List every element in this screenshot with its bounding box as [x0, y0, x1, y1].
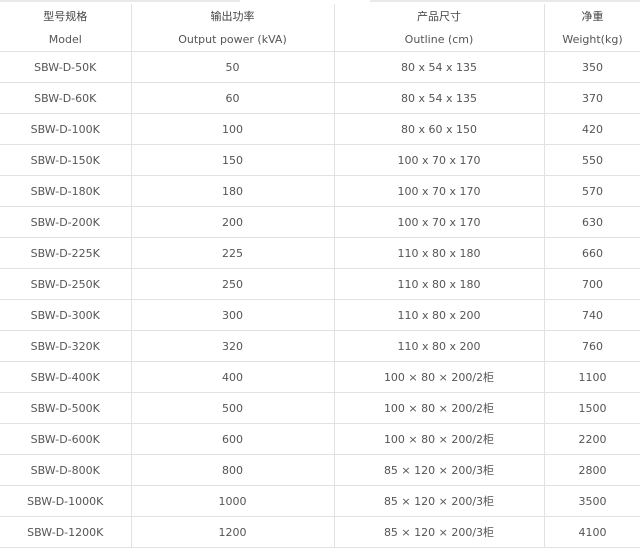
cell-model: SBW-D-50K: [0, 51, 132, 83]
table-row: SBW-D-250K 250 110 x 80 x 180 700: [0, 268, 640, 300]
spec-table-container: 型号规格 Model 输出功率 Output power (kVA) 产品尺寸 …: [0, 0, 640, 548]
cell-outline: 100 × 80 × 200/2柜: [333, 361, 545, 393]
cell-model: SBW-D-600K: [0, 423, 132, 455]
cell-outline: 85 × 120 × 200/3柜: [333, 516, 545, 548]
cell-outline: 110 x 80 x 200: [333, 330, 545, 362]
cell-weight: 420: [543, 113, 640, 145]
cell-model: SBW-D-100K: [0, 113, 132, 145]
table-row: SBW-D-150K 150 100 x 70 x 170 550: [0, 144, 640, 176]
cell-output-power: 100: [130, 113, 335, 145]
cell-model: SBW-D-60K: [0, 82, 132, 114]
cell-model: SBW-D-500K: [0, 392, 132, 424]
cell-output-power: 1200: [130, 516, 335, 548]
cell-outline: 100 x 70 x 170: [333, 144, 545, 176]
cell-output-power: 320: [130, 330, 335, 362]
table-row: SBW-D-200K 200 100 x 70 x 170 630: [0, 206, 640, 238]
divider-segment: [370, 0, 640, 2]
cell-model: SBW-D-250K: [0, 268, 132, 300]
header-model-zh: 型号规格: [43, 9, 88, 23]
table-row: SBW-D-800K 800 85 × 120 × 200/3柜 2800: [0, 454, 640, 486]
cell-output-power: 250: [130, 268, 335, 300]
header-outline: 产品尺寸 Outline (cm): [333, 4, 545, 52]
cell-model: SBW-D-320K: [0, 330, 132, 362]
table-row: SBW-D-400K 400 100 × 80 × 200/2柜 1100: [0, 361, 640, 393]
cell-output-power: 60: [130, 82, 335, 114]
cell-model: SBW-D-150K: [0, 144, 132, 176]
table-body: SBW-D-50K 50 80 x 54 x 135 350 SBW-D-60K 60 80…: [0, 51, 640, 548]
cell-weight: 2800: [543, 454, 640, 486]
header-model: 型号规格 Model: [0, 4, 132, 52]
cell-outline: 80 x 54 x 135: [333, 82, 545, 114]
cell-output-power: 300: [130, 299, 335, 331]
cell-model: SBW-D-200K: [0, 206, 132, 238]
spec-table: 型号规格 Model 输出功率 Output power (kVA) 产品尺寸 …: [0, 4, 640, 548]
header-weight-zh: 净重: [581, 9, 604, 23]
cell-output-power: 600: [130, 423, 335, 455]
divider-segment: [0, 0, 240, 2]
cell-model: SBW-D-180K: [0, 175, 132, 207]
header-output-power: 输出功率 Output power (kVA): [130, 4, 335, 52]
header-output-power-zh: 输出功率: [210, 9, 255, 23]
cell-output-power: 150: [130, 144, 335, 176]
cell-outline: 100 × 80 × 200/2柜: [333, 392, 545, 424]
header-model-en: Model: [48, 32, 82, 46]
header-outline-en: Outline (cm): [404, 32, 474, 46]
cell-weight: 630: [543, 206, 640, 238]
table-row: SBW-D-320K 320 110 x 80 x 200 760: [0, 330, 640, 362]
cell-weight: 760: [543, 330, 640, 362]
cell-output-power: 200: [130, 206, 335, 238]
header-outline-zh: 产品尺寸: [417, 9, 461, 23]
cell-output-power: 400: [130, 361, 335, 393]
table-header-row: 型号规格 Model 输出功率 Output power (kVA) 产品尺寸 …: [0, 4, 640, 52]
table-row: SBW-D-60K 60 80 x 54 x 135 370: [0, 82, 640, 114]
cell-output-power: 500: [130, 392, 335, 424]
cell-output-power: 50: [130, 51, 335, 83]
cell-model: SBW-D-800K: [0, 454, 132, 486]
cell-output-power: 225: [130, 237, 335, 269]
header-weight-en: Weight(kg): [562, 32, 623, 46]
cell-output-power: 180: [130, 175, 335, 207]
cell-weight: 550: [543, 144, 640, 176]
table-row: SBW-D-180K 180 100 x 70 x 170 570: [0, 175, 640, 207]
cell-outline: 100 × 80 × 200/2柜: [333, 423, 545, 455]
table-row: SBW-D-50K 50 80 x 54 x 135 350: [0, 51, 640, 83]
cell-model: SBW-D-300K: [0, 299, 132, 331]
cell-weight: 700: [543, 268, 640, 300]
header-weight: 净重 Weight(kg): [543, 4, 640, 52]
cell-weight: 370: [543, 82, 640, 114]
cell-outline: 80 x 60 x 150: [333, 113, 545, 145]
cell-outline: 85 × 120 × 200/3柜: [333, 485, 545, 517]
header-output-power-en: Output power (kVA): [178, 32, 287, 46]
cell-outline: 110 x 80 x 180: [333, 268, 545, 300]
cell-weight: 1100: [543, 361, 640, 393]
cell-weight: 4100: [543, 516, 640, 548]
cell-weight: 1500: [543, 392, 640, 424]
cell-model: SBW-D-400K: [0, 361, 132, 393]
table-row: SBW-D-500K 500 100 × 80 × 200/2柜 1500: [0, 392, 640, 424]
table-row: SBW-D-300K 300 110 x 80 x 200 740: [0, 299, 640, 331]
cell-outline: 110 x 80 x 200: [333, 299, 545, 331]
cell-output-power: 800: [130, 454, 335, 486]
cell-outline: 100 x 70 x 170: [333, 206, 545, 238]
cell-output-power: 1000: [130, 485, 335, 517]
cell-weight: 2200: [543, 423, 640, 455]
cell-weight: 3500: [543, 485, 640, 517]
table-row: SBW-D-225K 225 110 x 80 x 180 660: [0, 237, 640, 269]
cell-model: SBW-D-225K: [0, 237, 132, 269]
cell-outline: 85 × 120 × 200/3柜: [333, 454, 545, 486]
table-row: SBW-D-100K 100 80 x 60 x 150 420: [0, 113, 640, 145]
table-row: SBW-D-600K 600 100 × 80 × 200/2柜 2200: [0, 423, 640, 455]
cell-model: SBW-D-1200K: [0, 516, 132, 548]
cell-weight: 660: [543, 237, 640, 269]
cell-model: SBW-D-1000K: [0, 485, 132, 517]
table-row: SBW-D-1200K 1200 85 × 120 × 200/3柜 4100: [0, 516, 640, 548]
table-row: SBW-D-1000K 1000 85 × 120 × 200/3柜 3500: [0, 485, 640, 517]
cell-outline: 110 x 80 x 180: [333, 237, 545, 269]
cell-weight: 350: [543, 51, 640, 83]
cell-weight: 570: [543, 175, 640, 207]
cell-weight: 740: [543, 299, 640, 331]
cell-outline: 100 x 70 x 170: [333, 175, 545, 207]
cell-outline: 80 x 54 x 135: [333, 51, 545, 83]
